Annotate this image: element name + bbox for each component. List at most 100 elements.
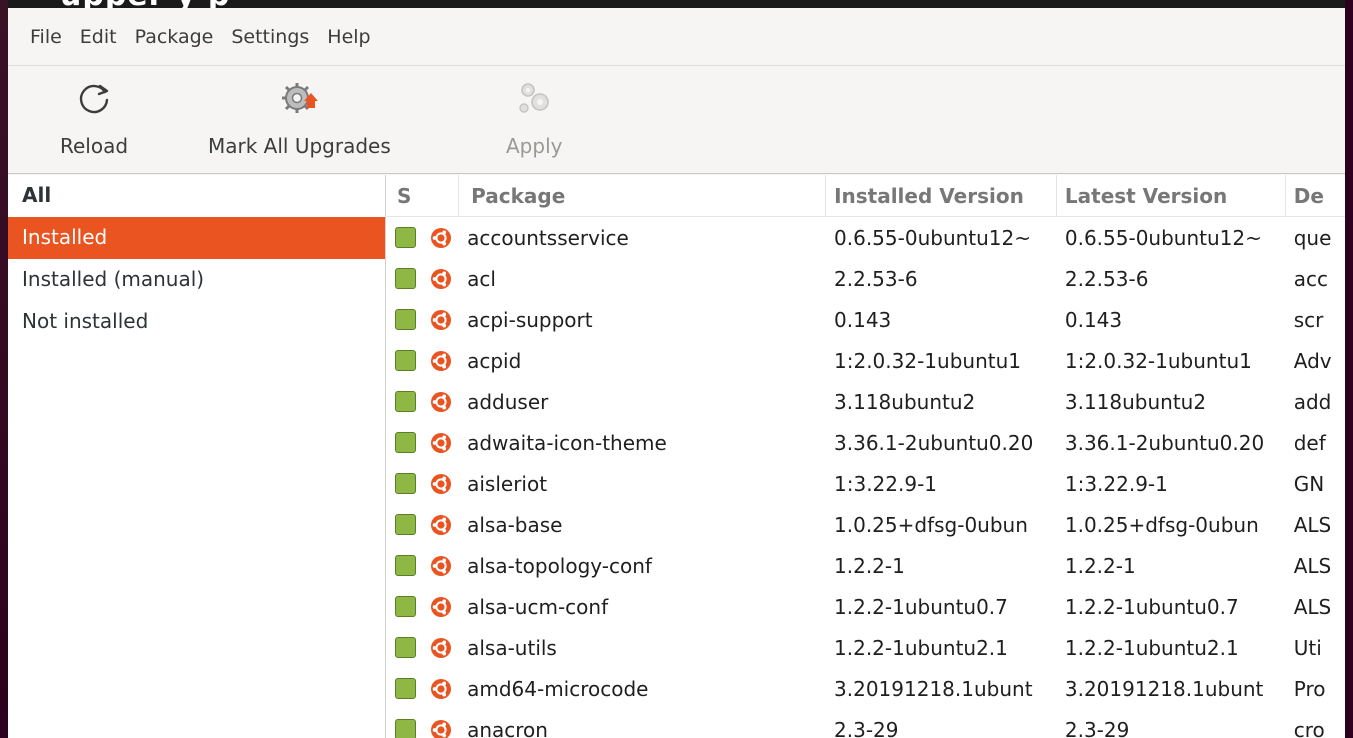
installed-status-icon[interactable] [395, 473, 416, 494]
latest-version: 1:2.0.32-1ubuntu1 [1064, 348, 1252, 373]
latest-version: 0.143 [1064, 307, 1123, 332]
package-description: def [1293, 430, 1326, 455]
main-content: All Installed Installed (manual) Not ins… [8, 175, 1345, 738]
table-row[interactable]: alsa-topology-conf 1.2.2-1 1.2.2-1 ALS [387, 545, 1345, 586]
status-cell[interactable] [387, 555, 424, 576]
installed-version: 2.3-29 [834, 717, 899, 738]
mark-all-upgrades-button[interactable]: Mark All Upgrades [208, 76, 391, 158]
status-cell[interactable] [387, 719, 424, 738]
table-row[interactable]: acpid 1:2.0.32-1ubuntu1 1:2.0.32-1ubuntu1 A… [387, 340, 1345, 381]
sidebar-item-all[interactable]: All [8, 175, 385, 217]
package-name: aisleriot [467, 471, 548, 496]
status-cell[interactable] [387, 637, 424, 658]
installed-status-icon[interactable] [395, 514, 416, 535]
latest-version: 3.118ubuntu2 [1064, 389, 1207, 414]
package-name: alsa-ucm-conf [467, 594, 609, 619]
status-cell[interactable] [387, 473, 424, 494]
package-name: alsa-topology-conf [467, 553, 652, 578]
package-description: que [1293, 225, 1332, 250]
table-row[interactable]: alsa-ucm-conf 1.2.2-1ubuntu0.7 1.2.2-1ubun… [387, 586, 1345, 627]
installed-status-icon[interactable] [395, 637, 416, 658]
status-cell[interactable] [387, 350, 424, 371]
package-description: Pro [1293, 676, 1326, 701]
table-row[interactable]: acl 2.2.53-6 2.2.53-6 acc [387, 258, 1345, 299]
status-cell[interactable] [387, 268, 424, 289]
status-cell[interactable] [387, 309, 424, 330]
reload-icon [74, 76, 114, 120]
status-cell[interactable] [387, 391, 424, 412]
installed-status-icon[interactable] [395, 596, 416, 617]
package-description: cro [1293, 717, 1325, 738]
package-description: GN [1293, 471, 1325, 496]
installed-version: 3.36.1-2ubuntu0.20 [834, 430, 1034, 455]
installed-status-icon[interactable] [395, 678, 416, 699]
installed-status-icon[interactable] [395, 309, 416, 330]
installed-status-icon[interactable] [395, 555, 416, 576]
installed-version: 1:3.22.9-1 [834, 471, 938, 496]
table-body: accountsservice 0.6.55-0ubuntu12~ 0.6.55-0… [387, 217, 1345, 738]
package-name: acpi-support [467, 307, 593, 332]
installed-version: 1.0.25+dfsg-0ubun [834, 512, 1028, 537]
column-header-description[interactable]: De [1286, 175, 1345, 217]
installed-version: 0.143 [834, 307, 892, 332]
desktop-left-edge [0, 0, 8, 738]
table-row[interactable]: acpi-support 0.143 0.143 scr [387, 299, 1345, 340]
status-cell[interactable] [387, 596, 424, 617]
table-row[interactable]: amd64-microcode 3.20191218.1ubunt 3.201912… [387, 668, 1345, 709]
installed-status-icon[interactable] [395, 432, 416, 453]
package-description: ALS [1293, 553, 1332, 578]
package-description: scr [1293, 307, 1324, 332]
package-name: alsa-base [467, 512, 563, 537]
reload-button[interactable]: Reload [60, 76, 128, 158]
menu-package[interactable]: Package [135, 26, 214, 48]
installed-version: 3.20191218.1ubunt [834, 676, 1033, 701]
status-cell[interactable] [387, 514, 424, 535]
ubuntu-logo-icon [424, 432, 460, 454]
menu-file[interactable]: File [30, 26, 62, 48]
status-cell[interactable] [387, 227, 424, 248]
column-header-latest-version[interactable]: Latest Version [1057, 175, 1286, 217]
column-header-package[interactable]: Package [459, 175, 827, 217]
synaptic-window: File Edit Package Settings Help Reload M… [8, 8, 1345, 738]
ubuntu-logo-icon [424, 555, 460, 577]
table-row[interactable]: adduser 3.118ubuntu2 3.118ubuntu2 add [387, 381, 1345, 422]
table-row[interactable]: accountsservice 0.6.55-0ubuntu12~ 0.6.55-0… [387, 217, 1345, 258]
sidebar-item-installed-manual[interactable]: Installed (manual) [8, 259, 385, 301]
table-row[interactable]: anacron 2.3-29 2.3-29 cro [387, 709, 1345, 738]
table-row[interactable]: aisleriot 1:3.22.9-1 1:3.22.9-1 GN [387, 463, 1345, 504]
installed-status-icon[interactable] [395, 268, 416, 289]
column-header-installed-version[interactable]: Installed Version [826, 175, 1057, 217]
latest-version: 3.20191218.1ubunt [1064, 676, 1264, 701]
column-header-status[interactable]: S [387, 175, 460, 217]
installed-status-icon[interactable] [395, 227, 416, 248]
table-row[interactable]: alsa-base 1.0.25+dfsg-0ubun 1.0.25+dfsg-0u… [387, 504, 1345, 545]
installed-status-icon[interactable] [395, 350, 416, 371]
desktop-right-edge [1345, 0, 1353, 738]
status-cell[interactable] [387, 432, 424, 453]
installed-version: 1.2.2-1ubuntu0.7 [834, 594, 1008, 619]
status-cell[interactable] [387, 678, 424, 699]
installed-status-icon[interactable] [395, 719, 416, 738]
ubuntu-logo-icon [424, 678, 460, 700]
menu-help[interactable]: Help [327, 26, 370, 48]
package-name: adduser [467, 389, 549, 414]
package-description: Uti [1293, 635, 1322, 660]
table-row[interactable]: alsa-utils 1.2.2-1ubuntu2.1 1.2.2-1ubuntu2… [387, 627, 1345, 668]
ubuntu-logo-icon [424, 637, 460, 659]
ubuntu-logo-icon [424, 268, 460, 290]
menu-settings[interactable]: Settings [231, 26, 309, 48]
table-row[interactable]: adwaita-icon-theme 3.36.1-2ubuntu0.20 3.36… [387, 422, 1345, 463]
menu-edit[interactable]: Edit [80, 26, 117, 48]
reload-label: Reload [60, 134, 129, 158]
installed-version: 1:2.0.32-1ubuntu1 [834, 348, 1021, 373]
sidebar-item-installed[interactable]: Installed [8, 217, 385, 259]
mark-all-upgrades-label: Mark All Upgrades [208, 134, 391, 158]
ubuntu-logo-icon [424, 391, 460, 413]
sidebar-item-not-installed[interactable]: Not installed [8, 301, 385, 343]
installed-status-icon[interactable] [395, 391, 416, 412]
package-description: acc [1293, 266, 1328, 291]
ubuntu-logo-icon [424, 227, 460, 249]
latest-version: 1.2.2-1 [1064, 553, 1136, 578]
package-name: adwaita-icon-theme [467, 430, 667, 455]
apply-button[interactable]: Apply [506, 76, 562, 158]
